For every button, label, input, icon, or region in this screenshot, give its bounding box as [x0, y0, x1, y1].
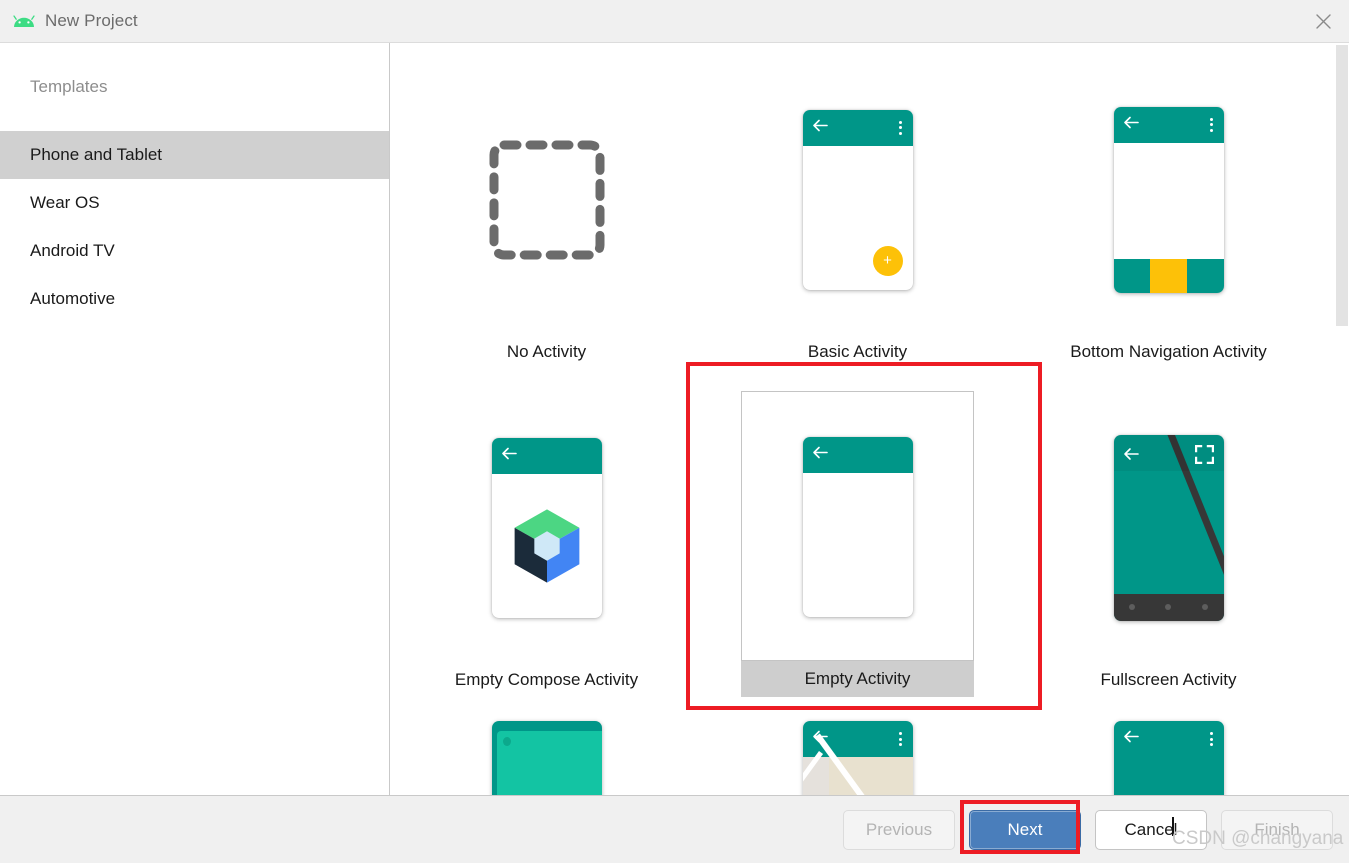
nav-dot [1165, 604, 1172, 610]
template-card-partial-map[interactable] [702, 719, 1013, 795]
back-arrow-icon [812, 446, 828, 465]
template-row-partial [391, 719, 1335, 795]
back-arrow-icon [1123, 730, 1139, 749]
app-bar [802, 437, 913, 473]
template-thumbnail [1052, 719, 1285, 795]
cancel-button-slot: Cancel [1095, 809, 1207, 850]
back-arrow-icon [1123, 115, 1139, 134]
avatar-dot-icon [502, 737, 511, 746]
back-arrow-icon [501, 446, 517, 465]
template-grid-panel: No Activity + Basic Activity Bottom Navi… [391, 43, 1349, 795]
template-card-empty-compose-activity[interactable]: Empty Compose Activity [391, 391, 702, 719]
android-head-icon [13, 10, 35, 32]
template-thumbnail [741, 719, 974, 795]
overflow-menu-icon [1209, 117, 1213, 132]
sidebar-item-wear-os[interactable]: Wear OS [0, 179, 389, 227]
app-bar [802, 109, 913, 146]
template-thumbnail [430, 63, 663, 334]
map-surface [802, 733, 913, 795]
template-thumbnail [430, 391, 663, 662]
sidebar-item-phone-and-tablet[interactable]: Phone and Tablet [0, 131, 389, 179]
template-row: No Activity + Basic Activity Bottom Navi… [391, 63, 1335, 391]
previous-button-label: Previous [865, 819, 933, 839]
template-thumbnail [1052, 63, 1285, 334]
template-thumbnail [741, 391, 974, 661]
sidebar-item-label: Automotive [30, 289, 116, 308]
dialog-footer: Previous Next Cancel Finish [0, 795, 1349, 863]
template-row: Empty Compose Activity Empty Activity Fu… [391, 391, 1335, 719]
sidebar-item-label: Phone and Tablet [30, 145, 163, 164]
template-card-fullscreen-activity[interactable]: Fullscreen Activity [1013, 391, 1324, 719]
finish-button-slot: Finish [1221, 809, 1333, 850]
previous-button[interactable]: Previous [843, 809, 955, 850]
sidebar-item-label: Wear OS [30, 193, 100, 212]
template-card-partial-login[interactable] [1013, 719, 1324, 795]
login-mock [1113, 721, 1224, 795]
app-bar [1114, 721, 1224, 757]
phone-mock: + [802, 109, 913, 290]
tablet-content [496, 731, 602, 795]
new-project-dialog: New Project Templates Phone and Tablet W… [0, 0, 1349, 863]
phone-mock [1113, 434, 1224, 621]
back-arrow-icon [1123, 447, 1139, 466]
window-title: New Project [45, 11, 138, 30]
sidebar-item-label: Android TV [30, 241, 115, 260]
tablet-mock [491, 721, 602, 795]
sidebar-item-automotive[interactable]: Automotive [0, 275, 389, 323]
bottom-nav-segment [1113, 258, 1151, 293]
phone-mock [802, 437, 913, 617]
next-button[interactable]: Next [969, 809, 1081, 850]
phone-mock [1113, 106, 1224, 293]
template-card-partial-tablet[interactable] [391, 719, 702, 795]
template-label: Fullscreen Activity [1100, 670, 1237, 689]
previous-button-slot: Previous [843, 809, 955, 850]
bottom-nav-segment-active [1150, 258, 1187, 293]
template-label: Basic Activity [807, 342, 908, 361]
template-thumbnail: + [741, 63, 974, 334]
next-button-slot: Next [969, 809, 1081, 850]
template-thumbnail [430, 719, 663, 795]
template-label-selected: Empty Activity [741, 661, 974, 697]
template-label: Bottom Navigation Activity [1070, 342, 1267, 361]
template-thumbnail [1052, 391, 1285, 662]
template-label: Empty Compose Activity [454, 670, 639, 689]
next-button-label: Next [1007, 819, 1043, 839]
jetpack-compose-logo-icon [514, 508, 579, 583]
floating-action-button-icon: + [872, 245, 903, 276]
map-mock [802, 721, 913, 795]
finish-button[interactable]: Finish [1221, 809, 1333, 850]
vertical-scrollbar-thumb[interactable] [1336, 45, 1348, 326]
fullscreen-preview [1113, 434, 1224, 621]
template-label: No Activity [506, 342, 587, 361]
template-card-bottom-navigation-activity[interactable]: Bottom Navigation Activity [1013, 63, 1324, 391]
overflow-menu-icon [898, 732, 902, 746]
dashed-square-icon [489, 140, 604, 259]
template-grid: No Activity + Basic Activity Bottom Navi… [391, 43, 1335, 795]
system-navigation-bar [1113, 593, 1224, 621]
back-arrow-icon [812, 118, 828, 137]
nav-dot [1128, 604, 1135, 610]
templates-sidebar: Templates Phone and Tablet Wear OS Andro… [0, 43, 390, 795]
finish-button-label: Finish [1254, 819, 1300, 839]
phone-mock [491, 437, 602, 618]
close-icon[interactable] [1297, 0, 1349, 43]
app-bar [1113, 106, 1224, 143]
template-card-no-activity[interactable]: No Activity [391, 63, 702, 391]
cancel-button[interactable]: Cancel [1095, 809, 1207, 850]
title-bar: New Project [0, 0, 1349, 43]
nav-dot [1202, 604, 1209, 610]
template-card-empty-activity[interactable]: Empty Activity [702, 391, 1013, 719]
cancel-button-label: Cancel [1124, 819, 1178, 839]
overflow-menu-icon [1209, 732, 1213, 746]
bottom-nav-segment [1186, 258, 1224, 293]
overflow-menu-icon [898, 120, 902, 135]
template-card-basic-activity[interactable]: + Basic Activity [702, 63, 1013, 391]
sidebar-item-android-tv[interactable]: Android TV [0, 227, 389, 275]
bottom-navigation-bar [1113, 258, 1224, 293]
app-bar [491, 437, 602, 474]
text-caret-artifact [1172, 817, 1174, 836]
sidebar-header: Templates [30, 77, 108, 96]
vertical-scrollbar-track[interactable] [1335, 43, 1349, 795]
expand-fullscreen-icon [1194, 444, 1214, 469]
